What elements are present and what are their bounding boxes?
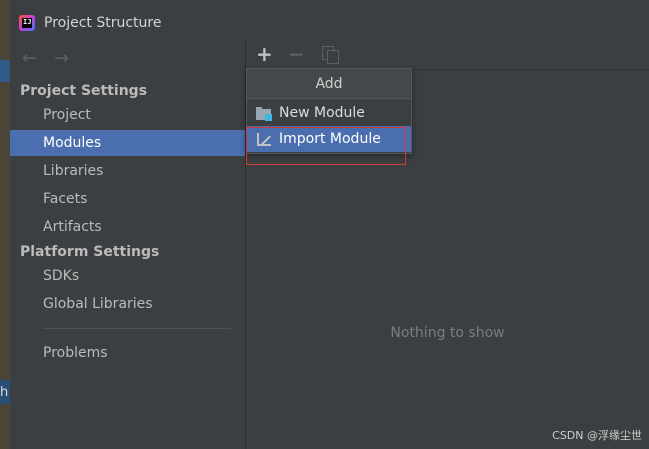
sidebar-item-artifacts[interactable]: Artifacts [10,214,245,240]
section-heading-project-settings: Project Settings [20,83,148,99]
popup-header: Add [247,69,411,99]
dialog-title: Project Structure [44,15,162,31]
sidebar-divider [43,328,231,329]
sidebar-item-global-libraries[interactable]: Global Libraries [10,291,245,317]
watermark: CSDN @浮缘尘世 [552,429,642,442]
remove-icon[interactable]: − [288,42,305,66]
forward-arrow-icon[interactable]: → [54,48,69,69]
empty-state-text: Nothing to show [390,325,505,341]
add-icon[interactable]: + [256,42,273,66]
settings-sidebar: ← → Project Settings Project Modules Lib… [10,40,246,449]
sidebar-item-modules[interactable]: Modules [10,130,245,156]
back-arrow-icon[interactable]: ← [22,48,37,69]
section-heading-platform-settings: Platform Settings [20,244,160,260]
sidebar-item-facets[interactable]: Facets [10,186,245,212]
background-glyph: h [0,385,9,400]
sidebar-item-sdks[interactable]: SDKs [10,263,245,289]
menu-item-label: New Module [279,105,365,121]
sidebar-item-libraries[interactable]: Libraries [10,158,245,184]
title-bar: IJ Project Structure [10,0,649,40]
folder-module-icon [256,105,274,121]
background-strip [0,60,10,82]
sidebar-item-problems[interactable]: Problems [10,340,245,366]
intellij-app-icon: IJ [19,15,35,31]
menu-item-new-module[interactable]: New Module [247,100,411,126]
annotation-highlight-box [246,127,406,165]
sidebar-item-project[interactable]: Project [10,102,245,128]
modules-toolbar: + − [246,40,649,70]
copy-icon[interactable] [322,46,339,64]
background-ide-fragment: h [0,0,10,449]
